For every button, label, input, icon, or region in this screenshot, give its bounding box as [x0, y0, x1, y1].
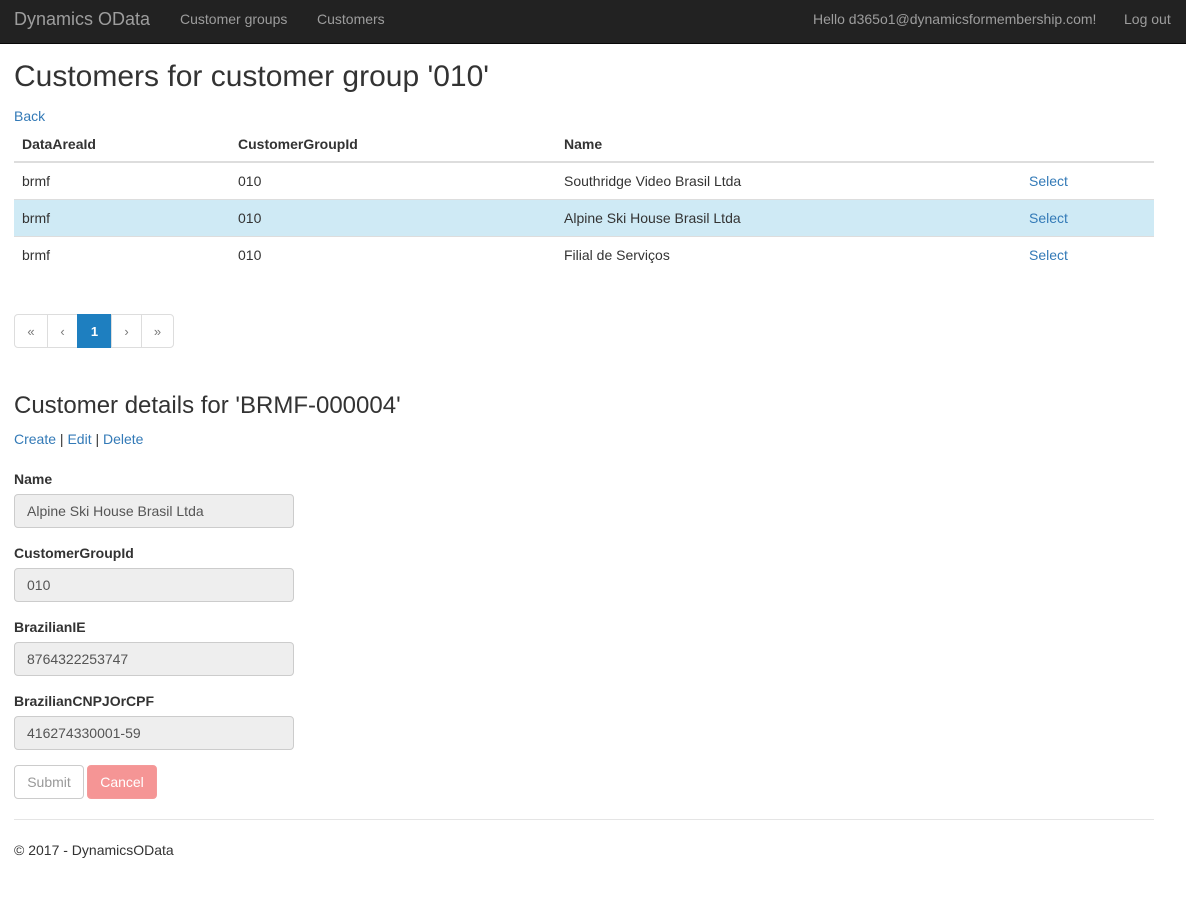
name-label: Name [14, 471, 53, 487]
column-header-actions [1021, 126, 1154, 163]
footer-divider [14, 819, 1154, 820]
footer-text: © 2017 - DynamicsOData [14, 842, 174, 858]
details-title: Customer details for 'BRMF-000004' [14, 392, 401, 419]
cell-name: Southridge Video Brasil Ltda [556, 161, 1021, 199]
pager-prev-button[interactable]: ‹ [47, 314, 78, 348]
select-link[interactable]: Select [1029, 173, 1068, 189]
column-header-dataareaid: DataAreaId [14, 126, 230, 163]
cell-action: Select [1021, 198, 1154, 236]
logout-link[interactable]: Log out [1124, 11, 1171, 27]
pagination: « ‹ 1 › » [14, 314, 174, 348]
edit-link[interactable]: Edit [67, 431, 91, 447]
pager-last-button[interactable]: » [141, 314, 174, 348]
customergroupid-label: CustomerGroupId [14, 545, 134, 561]
braziliancnpjorcpf-label: BrazilianCNPJOrCPF [14, 693, 155, 709]
details-actions: Create | Edit | Delete [14, 431, 143, 447]
braziliancnpjorcpf-field[interactable] [14, 716, 294, 750]
submit-button[interactable]: Submit [14, 765, 84, 799]
column-header-name: Name [556, 126, 1021, 163]
column-header-customergroupid: CustomerGroupId [230, 126, 556, 163]
delete-link[interactable]: Delete [103, 431, 143, 447]
cell-customergroupid: 010 [230, 235, 556, 273]
brand-link[interactable]: Dynamics OData [14, 9, 150, 30]
page-title: Customers for customer group '010' [14, 60, 489, 93]
cell-dataareaid: brmf [14, 235, 230, 273]
cell-action: Select [1021, 161, 1154, 199]
customers-table: DataAreaId CustomerGroupId Name brmf 010… [14, 126, 1154, 273]
cell-dataareaid: brmf [14, 161, 230, 199]
brazilianie-field[interactable] [14, 642, 294, 676]
select-link[interactable]: Select [1029, 247, 1068, 263]
table-row: brmf 010 Southridge Video Brasil Ltda Se… [14, 161, 1154, 199]
cell-customergroupid: 010 [230, 161, 556, 199]
cell-customergroupid: 010 [230, 198, 556, 236]
pager-first-button[interactable]: « [14, 314, 48, 348]
cell-action: Select [1021, 235, 1154, 273]
cell-name: Filial de Serviços [556, 235, 1021, 273]
action-separator: | [59, 431, 64, 447]
back-link[interactable]: Back [14, 108, 45, 124]
brazilianie-label: BrazilianIE [14, 619, 86, 635]
name-field[interactable] [14, 494, 294, 528]
customergroupid-field[interactable] [14, 568, 294, 602]
user-greeting-link[interactable]: Hello d365o1@dynamicsformembership.com! [813, 11, 1096, 27]
top-navbar: Dynamics OData Customer groups Customers… [0, 0, 1186, 44]
table-header-row: DataAreaId CustomerGroupId Name [14, 126, 1154, 163]
select-link[interactable]: Select [1029, 210, 1068, 226]
pager-page-1[interactable]: 1 [77, 314, 112, 348]
table-row: brmf 010 Filial de Serviços Select [14, 235, 1154, 273]
nav-customer-groups[interactable]: Customer groups [180, 11, 287, 27]
cell-name: Alpine Ski House Brasil Ltda [556, 198, 1021, 236]
cell-dataareaid: brmf [14, 198, 230, 236]
nav-customers[interactable]: Customers [317, 11, 385, 27]
table-row-selected: brmf 010 Alpine Ski House Brasil Ltda Se… [14, 198, 1154, 236]
create-link[interactable]: Create [14, 431, 56, 447]
pager-next-button[interactable]: › [111, 314, 142, 348]
action-separator: | [95, 431, 100, 447]
cancel-button[interactable]: Cancel [87, 765, 157, 799]
